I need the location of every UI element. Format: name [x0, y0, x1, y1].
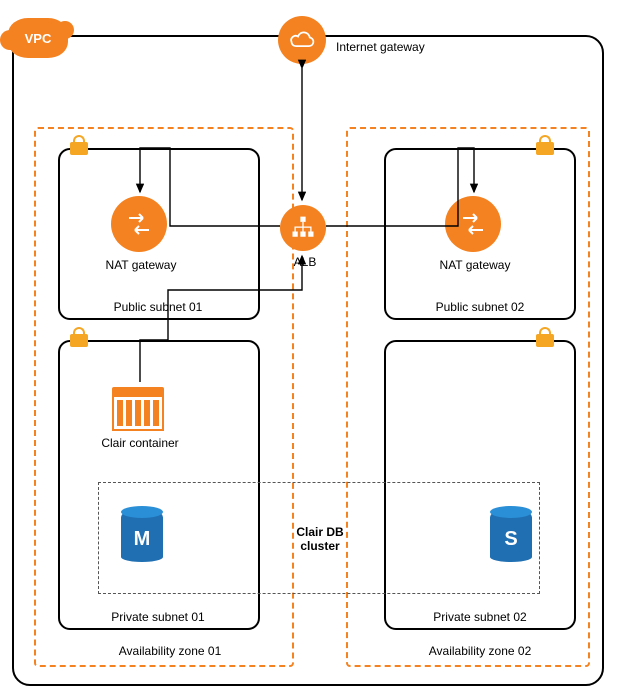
- lock-icon: [536, 327, 554, 347]
- public-subnet-01-label: Public subnet 01: [88, 300, 228, 314]
- private-subnet-01-label: Private subnet 01: [88, 610, 228, 624]
- vpc-label: VPC: [25, 31, 52, 46]
- clair-container-label: Clair container: [95, 436, 185, 450]
- alb-icon: [280, 205, 326, 251]
- vpc-cloud-icon: VPC: [8, 18, 68, 58]
- lock-icon: [70, 135, 88, 155]
- internet-gateway-icon: [278, 16, 326, 64]
- clair-db-cluster-label: Clair DB cluster: [288, 525, 352, 553]
- db-master-icon: M: [121, 506, 163, 558]
- internet-gateway-label: Internet gateway: [336, 40, 446, 54]
- nat-gateway-01-label: NAT gateway: [96, 258, 186, 272]
- az-01-label: Availability zone 01: [100, 644, 240, 658]
- architecture-diagram: VPC Internet gateway Availability zone 0…: [0, 0, 617, 692]
- nat-gateway-02-label: NAT gateway: [430, 258, 520, 272]
- db-master-role: M: [121, 520, 163, 558]
- az-02-label: Availability zone 02: [410, 644, 550, 658]
- db-standby-icon: S: [490, 506, 532, 558]
- public-subnet-02-label: Public subnet 02: [410, 300, 550, 314]
- lock-icon: [536, 135, 554, 155]
- db-standby-role: S: [490, 520, 532, 558]
- alb-label: ALB: [290, 255, 320, 269]
- clair-container-icon: [112, 395, 164, 431]
- private-subnet-02-label: Private subnet 02: [410, 610, 550, 624]
- lock-icon: [70, 327, 88, 347]
- nat-gateway-02-icon: [445, 196, 501, 252]
- nat-gateway-01-icon: [111, 196, 167, 252]
